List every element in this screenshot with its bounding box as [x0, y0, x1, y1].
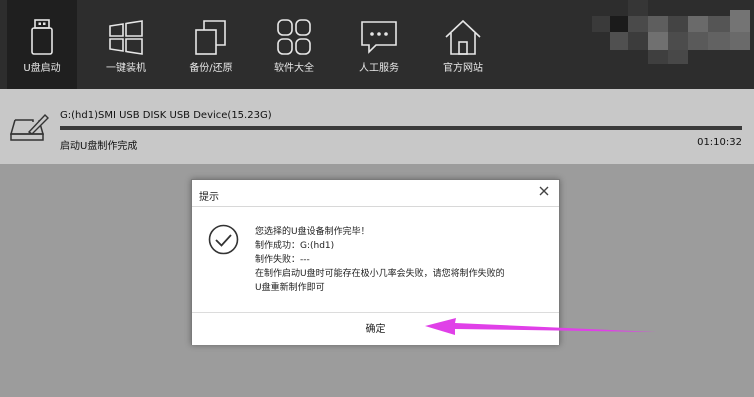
check-circle-icon — [208, 224, 239, 255]
close-icon[interactable] — [537, 184, 551, 198]
toolbar-item-software[interactable]: 软件大全 — [259, 0, 329, 89]
status-text: 启动U盘制作完成 — [60, 141, 138, 152]
top-toolbar: U盘启动 一键装机 备份/还原 软件大全 人工服务 官方网站 — [0, 0, 754, 89]
progress-bar — [60, 126, 742, 130]
message-line: U盘重新制作即可 — [255, 283, 325, 293]
toolbar-item-label: 软件大全 — [274, 63, 314, 74]
toolbar-item-label: 官方网站 — [443, 63, 483, 74]
windows-icon — [109, 20, 143, 55]
elapsed-time: 01:10:32 — [697, 137, 742, 148]
copy-icon — [195, 20, 226, 55]
apps-grid-icon — [277, 19, 311, 55]
toolbar-item-label: 备份/还原 — [189, 63, 233, 74]
toolbar-item-label: 一键装机 — [106, 63, 146, 74]
toolbar-item-support[interactable]: 人工服务 — [344, 0, 414, 89]
message-line: 您选择的U盘设备制作完毕！ — [255, 227, 370, 237]
dialog-title: 提示 — [199, 192, 219, 203]
annotation-arrow — [425, 318, 657, 335]
progress-fill — [60, 126, 742, 130]
message-line: 制作失败：--- — [255, 255, 310, 265]
usb-disk-pen-icon — [10, 113, 49, 141]
toolbar-item-backup-restore[interactable]: 备份/还原 — [176, 0, 246, 89]
message-line: 制作成功：G:(hd1) — [255, 241, 335, 251]
usb-drive-icon — [31, 19, 53, 55]
chat-icon — [361, 21, 397, 54]
home-icon — [445, 19, 481, 55]
dialog-title-bar: 提示 — [192, 180, 559, 207]
toolbar-item-label: 人工服务 — [359, 63, 399, 74]
toolbar-item-website[interactable]: 官方网站 — [428, 0, 498, 89]
toolbar-item-one-click-install[interactable]: 一键装机 — [91, 0, 161, 89]
blurred-logo-area — [590, 0, 754, 89]
message-line: 在制作启动U盘时可能存在极小几率会失败，请您将制作失败的 — [255, 269, 505, 279]
toolbar-item-label: U盘启动 — [23, 63, 61, 74]
toolbar-item-usb-boot[interactable]: U盘启动 — [7, 0, 77, 89]
device-name: G:(hd1)SMI USB DISK USB Device(15.23G) — [60, 110, 272, 121]
